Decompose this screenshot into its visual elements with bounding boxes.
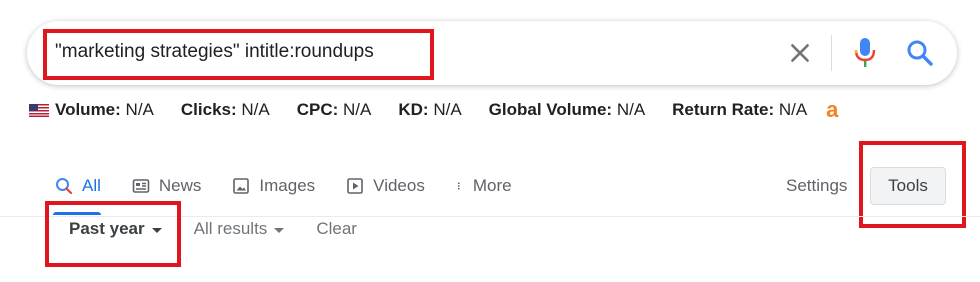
tab-news[interactable]: News — [132, 176, 202, 196]
stat-return-rate: Return Rate: N/A — [672, 100, 808, 119]
clear-icon[interactable] — [787, 40, 813, 66]
amazon-icon[interactable]: a — [822, 99, 842, 121]
video-play-icon — [347, 178, 363, 194]
stat-cpc: CPC: N/A — [296, 100, 372, 119]
more-vert-icon — [457, 182, 460, 190]
results-filter-label: All results — [193, 219, 268, 238]
clear-filters-link[interactable]: Clear — [316, 219, 357, 239]
stat-clicks: Clicks: N/A — [180, 100, 270, 119]
microphone-icon[interactable] — [853, 36, 877, 70]
search-tabs: All News Images Videos More — [55, 174, 543, 198]
results-filter-dropdown[interactable]: All results — [194, 219, 285, 239]
tab-more-label: More — [472, 176, 512, 195]
image-icon — [233, 178, 250, 194]
us-flag-icon — [29, 103, 49, 117]
search-icon — [56, 178, 73, 195]
tab-images[interactable]: Images — [232, 176, 315, 196]
tab-videos-label: Videos — [373, 176, 425, 195]
time-filter-highlight-box — [45, 201, 181, 267]
stat-global-volume: Global Volume: N/A — [488, 100, 646, 119]
tab-more[interactable]: More — [456, 176, 512, 196]
news-icon — [132, 179, 150, 193]
stat-volume: Volume: N/A — [55, 100, 154, 119]
tools-highlight-box — [859, 141, 966, 228]
tab-news-label: News — [158, 176, 202, 195]
tab-all[interactable]: All — [55, 176, 101, 196]
search-submit-icon[interactable] — [905, 38, 935, 68]
query-highlight-box — [43, 29, 434, 80]
keyword-stats-bar: Volume: N/A Clicks: N/A CPC: N/A KD: N/A… — [29, 99, 842, 121]
stat-kd: KD: N/A — [398, 100, 462, 119]
tab-videos[interactable]: Videos — [346, 176, 425, 196]
settings-link[interactable]: Settings — [786, 176, 847, 196]
search-divider — [831, 35, 832, 71]
chevron-down-icon — [274, 227, 285, 233]
tab-all-label: All — [82, 176, 101, 195]
tab-images-label: Images — [259, 176, 316, 195]
